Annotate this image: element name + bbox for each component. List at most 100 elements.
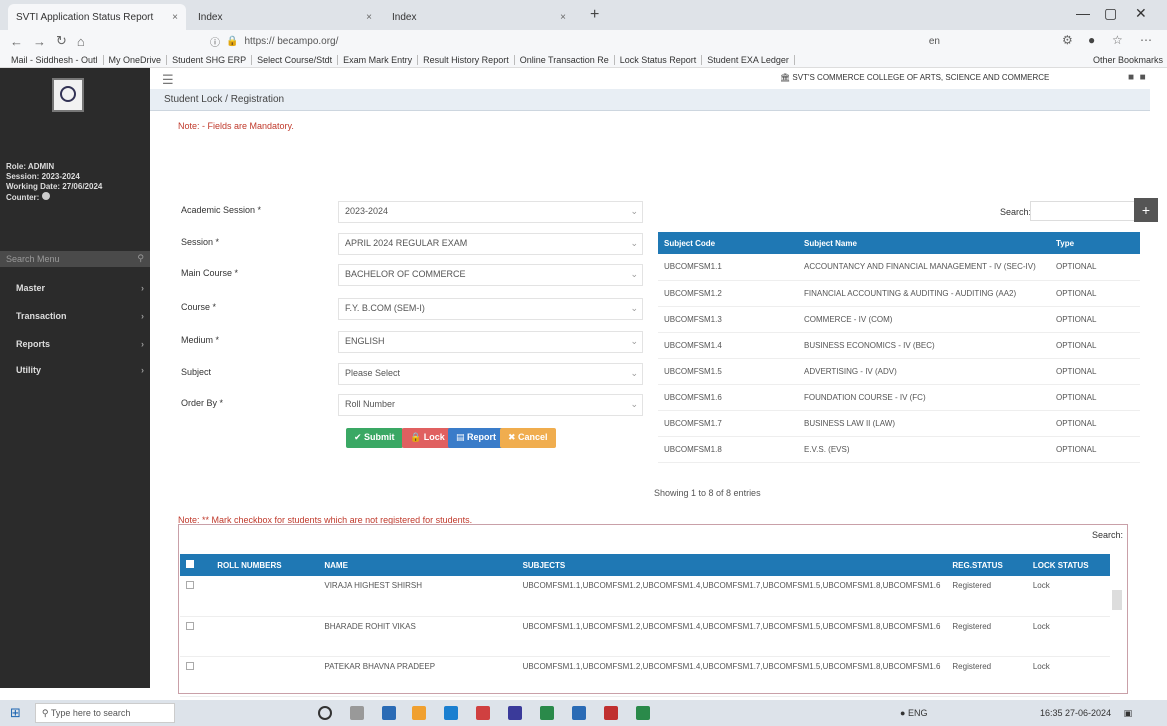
table-row[interactable]: UBCOMFSM1.1 ACCOUNTANCY AND FINANCIAL MAN…	[658, 254, 1140, 281]
sidebar-item-master[interactable]: Master ›	[0, 278, 150, 300]
search-icon[interactable]: ⚲	[137, 253, 144, 264]
bookmark-item[interactable]: Student EXA Ledger	[702, 54, 795, 65]
table-row[interactable]: UBCOMFSM1.2 FINANCIAL ACCOUNTING & AUDITI…	[658, 280, 1140, 307]
profile-icon[interactable]: ●	[1088, 33, 1095, 47]
sidebar-item-utility[interactable]: Utility ›	[0, 360, 150, 382]
more-icon[interactable]: ⋯	[1140, 33, 1152, 47]
cancel-button[interactable]: ✖ Cancel	[500, 428, 556, 448]
floating-add-button[interactable]: +	[1134, 198, 1158, 222]
menu-toggle-icon[interactable]: ☰	[162, 72, 174, 88]
select-all-checkbox[interactable]	[180, 554, 212, 576]
academic-session-select[interactable]: 2023-2024 ⌄	[338, 201, 643, 223]
column-header[interactable]: ROLL NUMBERS	[211, 554, 319, 576]
subject-name: ADVERTISING - IV (ADV)	[798, 358, 1050, 385]
student-name: BHARADE ROHIT VIKAS	[318, 616, 517, 657]
table-row[interactable]: VIRAJA HIGHEST SHIRSH UBCOMFSM1.1,UBCOMF…	[180, 576, 1110, 617]
minimize-icon[interactable]: —	[1076, 5, 1090, 21]
column-header[interactable]: NAME	[318, 554, 517, 576]
table-header-row: Subject Code Subject Name Type	[658, 232, 1140, 254]
cortana-icon[interactable]	[318, 706, 332, 720]
notification-icon[interactable]: ■	[1128, 72, 1134, 83]
medium-select[interactable]: ENGLISH ⌄	[338, 331, 643, 353]
main-course-select[interactable]: BACHELOR OF COMMERCE ⌄	[338, 264, 643, 286]
row-checkbox[interactable]	[180, 656, 212, 697]
course-select[interactable]: F.Y. B.COM (SEM-I) ⌄	[338, 298, 643, 320]
subject-select[interactable]: Please Select ⌄	[338, 363, 643, 385]
taskbar-app-icon[interactable]	[636, 706, 650, 720]
taskbar-app-icon[interactable]	[508, 706, 522, 720]
column-header[interactable]: Type	[1050, 232, 1140, 254]
settings-icon[interactable]: ■	[1140, 72, 1146, 83]
language-indicator[interactable]: ENG	[908, 708, 928, 718]
taskbar-app-icon[interactable]	[476, 706, 490, 720]
taskbar-app-icon[interactable]	[572, 706, 586, 720]
windows-start-icon[interactable]: ⊞	[10, 705, 21, 721]
row-checkbox[interactable]	[180, 616, 212, 657]
table-row[interactable]: UBCOMFSM1.6 FOUNDATION COURSE - IV (FC) OP…	[658, 384, 1140, 411]
column-header[interactable]: Subject Name	[798, 232, 1050, 254]
clock[interactable]: 16:35 27-06-2024	[1040, 708, 1111, 718]
url-text[interactable]: https:// becampo.org/	[244, 36, 338, 47]
student-subjects: UBCOMFSM1.1,UBCOMFSM1.2,UBCOMFSM1.4,UBCO…	[516, 656, 947, 697]
forward-icon[interactable]: →	[33, 34, 46, 49]
subject-search-input[interactable]	[1030, 201, 1140, 221]
maximize-icon[interactable]: ▢	[1104, 5, 1117, 22]
browser-tab-2[interactable]: Index ×	[190, 4, 380, 30]
table-row[interactable]: UBCOMFSM1.4 BUSINESS ECONOMICS - IV (BEC)…	[658, 332, 1140, 359]
column-header[interactable]: Subject Code	[658, 232, 798, 254]
table-scrollbar[interactable]	[1112, 590, 1122, 610]
bookmark-item[interactable]: Student SHG ERP	[167, 54, 253, 65]
bookmark-item[interactable]: Mail - Siddhesh - Outl	[6, 54, 104, 65]
weather-icon[interactable]: ●	[900, 708, 905, 718]
browser-tab-3[interactable]: Index ×	[384, 4, 574, 30]
table-row[interactable]: UBCOMFSM1.7 BUSINESS LAW II (LAW) OPTIONAL	[658, 410, 1140, 437]
order-by-select[interactable]: Roll Number ⌄	[338, 394, 643, 416]
subject-code: UBCOMFSM1.3	[658, 306, 798, 333]
close-icon[interactable]: ×	[560, 12, 566, 23]
bookmark-item[interactable]: Lock Status Report	[615, 54, 703, 65]
file-explorer-icon[interactable]	[412, 706, 426, 720]
table-row[interactable]: BHARADE ROHIT VIKAS UBCOMFSM1.1,UBCOMFSM…	[180, 616, 1110, 657]
column-header[interactable]: SUBJECTS	[516, 554, 947, 576]
new-tab-button[interactable]: +	[590, 6, 599, 24]
taskbar-app-icon[interactable]	[540, 706, 554, 720]
browser-tab-1[interactable]: SVTI Application Status Report ×	[8, 4, 186, 30]
chevron-down-icon: ⌄	[630, 269, 638, 279]
extensions-icon[interactable]: ⚙	[1062, 33, 1073, 47]
home-icon[interactable]: ⌂	[77, 34, 85, 49]
sidebar-item-transaction[interactable]: Transaction ›	[0, 306, 150, 328]
back-icon[interactable]: ←	[10, 34, 23, 49]
bookmark-item[interactable]: Online Transaction Re	[515, 54, 615, 65]
taskbar-search-input[interactable]: ⚲ Type here to search	[34, 703, 175, 723]
favorites-icon[interactable]: ☆	[1112, 33, 1123, 47]
language-indicator[interactable]: en	[929, 36, 940, 47]
other-bookmarks[interactable]: Other Bookmarks	[1093, 55, 1163, 65]
submit-button[interactable]: ✔ Submit	[346, 428, 403, 448]
bookmark-item[interactable]: Select Course/Stdt	[252, 54, 339, 65]
edge-icon[interactable]	[444, 706, 458, 720]
bookmark-item[interactable]: Exam Mark Entry	[338, 54, 419, 65]
session-select[interactable]: APRIL 2024 REGULAR EXAM ⌄	[338, 233, 643, 255]
sidebar-search-input[interactable]: Search Menu ⚲	[0, 251, 150, 267]
table-row[interactable]: PATEKAR BHAVNA PRADEEP UBCOMFSM1.1,UBCOM…	[180, 656, 1110, 697]
bookmark-item[interactable]: My OneDrive	[104, 54, 168, 65]
close-window-icon[interactable]: ✕	[1135, 5, 1147, 22]
url-field[interactable]: ⓘ 🔒 https:// becampo.org/ en	[210, 32, 970, 50]
column-header[interactable]: LOCK STATUS	[1026, 554, 1110, 576]
taskbar-app-icon[interactable]	[604, 706, 618, 720]
notification-center-icon[interactable]: ▣	[1124, 708, 1133, 718]
sidebar-item-reports[interactable]: Reports ›	[0, 334, 150, 356]
close-icon[interactable]: ×	[366, 12, 372, 23]
lock-button[interactable]: 🔒 Lock	[402, 428, 453, 448]
report-button[interactable]: ▤ Report	[448, 428, 505, 448]
task-view-icon[interactable]	[350, 706, 364, 720]
bookmark-item[interactable]: Result History Report	[418, 54, 515, 65]
taskbar-app-icon[interactable]	[382, 706, 396, 720]
table-row[interactable]: UBCOMFSM1.3 COMMERCE - IV (COM) OPTIONAL	[658, 306, 1140, 333]
row-checkbox[interactable]	[180, 576, 212, 617]
column-header[interactable]: REG.STATUS	[946, 554, 1027, 576]
reload-icon[interactable]: ↻	[56, 33, 67, 49]
close-icon[interactable]: ×	[172, 12, 178, 23]
table-row[interactable]: UBCOMFSM1.5 ADVERTISING - IV (ADV) OPTIONA…	[658, 358, 1140, 385]
table-row[interactable]: UBCOMFSM1.8 E.V.S. (EVS) OPTIONAL	[658, 436, 1140, 463]
